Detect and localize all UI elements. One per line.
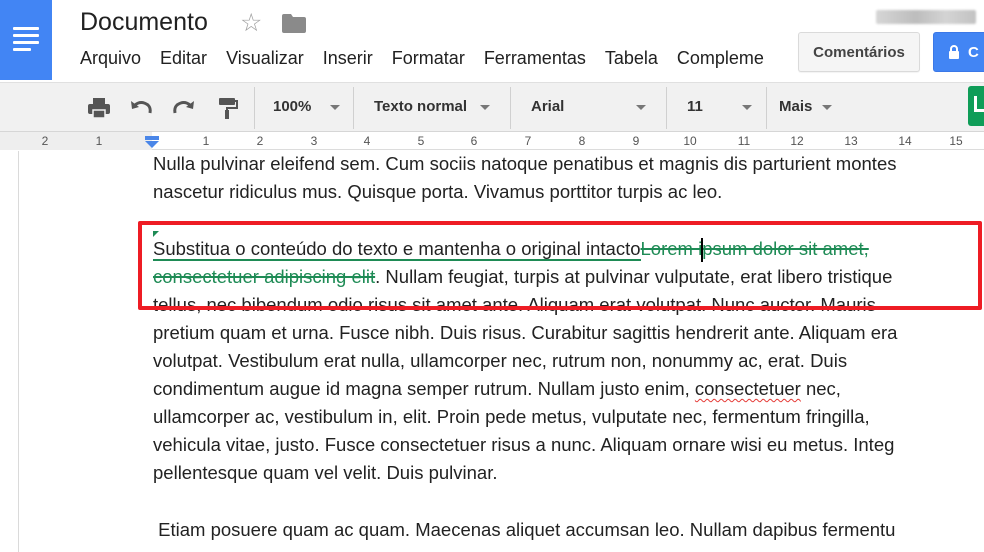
- ruler-label: 7: [524, 134, 532, 148]
- ruler-label: 3: [310, 134, 318, 148]
- document-title[interactable]: Documento: [80, 8, 208, 37]
- text-line: Nulla pulvinar eleifend sem. Cum sociis …: [153, 153, 897, 174]
- toolbar-separator: [510, 87, 511, 129]
- app-header: Documento ☆ Arquivo Editar Visualizar Inser…: [0, 0, 984, 82]
- menu-bar: Arquivo Editar Visualizar Inserir Formatar Fe…: [80, 48, 783, 70]
- toolbar-separator: [766, 87, 767, 129]
- font-size-select[interactable]: 11: [687, 98, 703, 115]
- share-button[interactable]: C: [933, 32, 984, 72]
- document-paragraph-suggested-edit[interactable]: Substitua o conteúdo do texto e mantenha…: [153, 235, 984, 487]
- text-line: condimentum augue id magna semper rutrum…: [153, 375, 984, 403]
- formatting-toolbar: 100% Texto normal Arial 11 Mais: [0, 82, 984, 132]
- font-size-chevron-down-icon[interactable]: [742, 105, 752, 110]
- text-line: pellentesque quam vel velit. Duis pulvin…: [153, 462, 498, 483]
- text-line: vehicula vitae, justo. Fusce consectetue…: [153, 434, 895, 455]
- suggested-deletion[interactable]: consectetuer adipiscing elit: [153, 266, 375, 287]
- zoom-chevron-down-icon[interactable]: [330, 105, 340, 110]
- ruler-label: 2: [41, 134, 49, 148]
- folder-icon[interactable]: [282, 14, 306, 33]
- ruler-label: 2: [256, 134, 264, 148]
- indent-marker-icon[interactable]: [144, 136, 160, 149]
- comments-button[interactable]: Comentários: [798, 32, 920, 72]
- zoom-select[interactable]: 100%: [273, 98, 311, 115]
- suggested-insertion[interactable]: Substitua o conteúdo do texto e mantenha…: [153, 238, 641, 261]
- text-line: ullamcorper ac, vestibulum in, elit. Pro…: [153, 406, 870, 427]
- text-line: nascetur ridiculus mus. Quisque porta. V…: [153, 181, 723, 202]
- suggestion-marker-icon: [153, 231, 159, 237]
- ruler-label: 8: [578, 134, 586, 148]
- ruler-label: 10: [683, 134, 697, 148]
- ruler-label: 14: [898, 134, 912, 148]
- text-line: pretium quam et urna. Fusce nibh. Duis r…: [153, 322, 898, 343]
- ruler-label: 6: [470, 134, 478, 148]
- text-line: consectetuer adipiscing elit. Nullam feu…: [153, 263, 984, 291]
- font-chevron-down-icon[interactable]: [636, 105, 646, 110]
- menu-editar[interactable]: Editar: [160, 48, 207, 69]
- text-segment: nec,: [800, 378, 841, 399]
- font-select[interactable]: Arial: [531, 98, 564, 115]
- docs-logo-icon[interactable]: [0, 0, 52, 80]
- menu-complementos[interactable]: Compleme: [677, 48, 764, 69]
- text-segment: . Nullam feugiat, turpis at pulvinar vul…: [375, 266, 893, 287]
- ruler-margin-left: [0, 132, 152, 150]
- toolbar-separator: [254, 87, 255, 129]
- text-line: tellus, nec bibendum odio risus sit amet…: [153, 294, 876, 315]
- ruler-label: 1: [95, 134, 103, 148]
- redo-icon[interactable]: [171, 95, 197, 121]
- lock-icon: [949, 45, 959, 59]
- menu-visualizar[interactable]: Visualizar: [226, 48, 304, 69]
- text-line: volutpat. Vestibulum erat nulla, ullamco…: [153, 350, 848, 371]
- text-segment: condimentum augue id magna semper rutrum…: [153, 378, 695, 399]
- pencil-icon: [974, 96, 984, 112]
- ruler-label: 12: [790, 134, 804, 148]
- ruler-label: 15: [949, 134, 963, 148]
- style-chevron-down-icon[interactable]: [480, 105, 490, 110]
- text-line: Substitua o conteúdo do texto e mantenha…: [153, 235, 984, 263]
- spelling-error-word[interactable]: consectetuer: [695, 378, 801, 399]
- ruler-label: 5: [417, 134, 425, 148]
- star-icon[interactable]: ☆: [240, 8, 262, 38]
- menu-formatar[interactable]: Formatar: [392, 48, 465, 69]
- menu-arquivo[interactable]: Arquivo: [80, 48, 141, 69]
- more-chevron-down-icon[interactable]: [822, 105, 832, 110]
- menu-inserir[interactable]: Inserir: [323, 48, 373, 69]
- menu-tabela[interactable]: Tabela: [605, 48, 658, 69]
- print-icon[interactable]: [86, 95, 112, 121]
- undo-icon[interactable]: [128, 95, 154, 121]
- ruler-label: 4: [363, 134, 371, 148]
- ruler-label: 1: [202, 134, 210, 148]
- toolbar-separator: [666, 87, 667, 129]
- text-cursor: [701, 238, 703, 262]
- toolbar-separator: [353, 87, 354, 129]
- editing-mode-button[interactable]: [968, 86, 984, 126]
- menu-ferramentas[interactable]: Ferramentas: [484, 48, 586, 69]
- more-button[interactable]: Mais: [779, 98, 812, 115]
- ruler-label: 11: [737, 134, 751, 148]
- share-button-label: C: [968, 43, 979, 61]
- paint-format-icon[interactable]: [214, 95, 240, 121]
- document-paragraph[interactable]: Nulla pulvinar eleifend sem. Cum sociis …: [153, 150, 984, 206]
- suggested-deletion[interactable]: Lorem ipsum dolor sit amet,: [641, 238, 869, 259]
- paragraph-style-select[interactable]: Texto normal: [374, 98, 467, 115]
- text-line: Etiam posuere quam ac quam. Maecenas ali…: [153, 519, 896, 540]
- account-email-blurred: [876, 10, 976, 24]
- ruler-label: 9: [632, 134, 640, 148]
- ruler-label: 13: [844, 134, 858, 148]
- document-paragraph[interactable]: Etiam posuere quam ac quam. Maecenas ali…: [153, 516, 984, 544]
